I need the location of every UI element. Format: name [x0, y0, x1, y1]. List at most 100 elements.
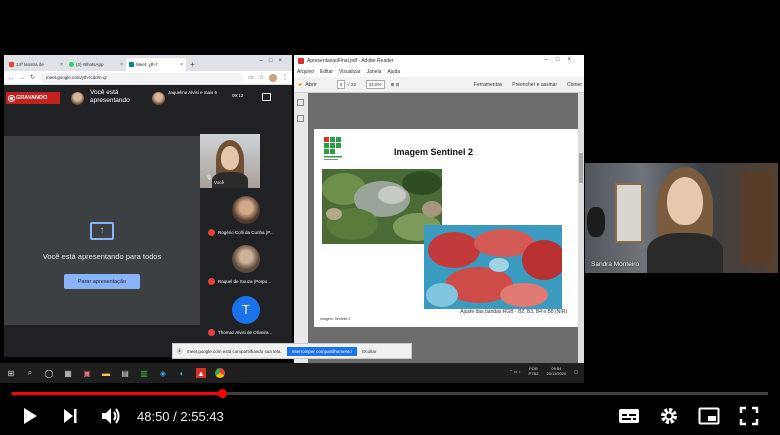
- cast-icon[interactable]: ▭: [248, 74, 254, 81]
- background-shelf: [741, 173, 771, 263]
- progress-scrubber[interactable]: [218, 389, 228, 398]
- share-indicator-icon: ⦿: [177, 348, 183, 355]
- browser-tab-gmail[interactable]: 14ª Mostra de ×: [6, 58, 66, 71]
- participant-avatar: T: [232, 296, 260, 324]
- chrome-tab-strip: 14ª Mostra de × (2) WhatsApp × Meet: yth-f…: [4, 55, 292, 71]
- participant-tile: T Thomaz Alvisi de Oliveira...: [204, 296, 292, 340]
- reader-toolbar: ▰ Abrir 6 / 23 31,8% ⊞ ⊟ Ferramentas Pre…: [294, 77, 584, 93]
- task-view-icon[interactable]: ◯: [44, 368, 54, 378]
- presenting-status: Você está apresentando: [90, 89, 130, 104]
- reader-title-bar: ApresentacaoFinal.pdf - Adobe Reader –□×: [294, 55, 584, 67]
- meet-clock: 09:12: [232, 93, 244, 98]
- reader-menu-bar: Arquivo Editar Visualizar Janela Ajuda: [294, 67, 584, 77]
- browser-tab-meet[interactable]: Meet: yth-f ×: [126, 58, 186, 71]
- page-number-field[interactable]: 6: [336, 80, 346, 89]
- tab-label: 14ª Mostra de: [16, 62, 44, 67]
- participant-tile: Rogério Colli da Cunha (P...: [204, 196, 292, 240]
- close-tab-icon[interactable]: ×: [120, 62, 123, 68]
- attachments-icon[interactable]: [297, 115, 304, 122]
- background-mirror: [587, 207, 605, 237]
- open-folder-icon[interactable]: ▰: [298, 82, 302, 88]
- star-icon[interactable]: ☆: [259, 74, 264, 81]
- participant-name: Raquel de Souza (Porpo...: [218, 279, 272, 284]
- stop-sharing-button[interactable]: Interromper compartilhamento: [286, 346, 357, 356]
- share-notice-text: meet.google.com está compartilhando sua …: [187, 348, 282, 354]
- chat-icon[interactable]: [262, 93, 271, 101]
- presenting-to-all-label: Você está apresentando para todos: [42, 252, 162, 261]
- menu-visualizar[interactable]: Visualizar: [339, 69, 361, 75]
- hide-notification-button[interactable]: Ocultar: [362, 349, 377, 354]
- tools-button[interactable]: Ferramentas: [474, 82, 502, 88]
- record-icon: [9, 95, 14, 101]
- windows-start-icon[interactable]: ⊞: [6, 368, 16, 378]
- back-icon[interactable]: ←: [8, 75, 14, 81]
- volume-icon[interactable]: [99, 404, 123, 428]
- window-controls[interactable]: –□×: [545, 57, 579, 63]
- menu-ajuda[interactable]: Ajuda: [387, 69, 400, 75]
- system-clock[interactable]: 09:54 20/11/2020: [546, 366, 566, 376]
- menu-janela[interactable]: Janela: [367, 69, 382, 75]
- tray-icons[interactable]: ⌃ ▭ ♪: [509, 369, 520, 374]
- tab-label: Meet: yth-f: [136, 62, 158, 67]
- app-icon[interactable]: ▥: [139, 368, 149, 378]
- stop-presenting-button[interactable]: Parar apresentação: [64, 274, 140, 289]
- progress-fill: [12, 392, 223, 395]
- zoom-field[interactable]: 31,8%: [365, 80, 385, 89]
- document-scrollbar[interactable]: [578, 93, 584, 363]
- app-icon[interactable]: ▦: [63, 368, 73, 378]
- settings-gear-icon[interactable]: [657, 404, 681, 428]
- search-icon[interactable]: ⌕: [25, 368, 35, 378]
- browser-tab-whatsapp[interactable]: (2) WhatsApp ×: [66, 58, 126, 71]
- time-display: 48:50 / 2:55:43: [137, 409, 224, 424]
- subtitles-icon[interactable]: [617, 404, 641, 428]
- slide-title: Imagem Sentinel 2: [394, 147, 474, 157]
- ifsc-logo: [324, 137, 342, 160]
- satellite-image-false-color: [424, 225, 562, 309]
- video-progress-bar[interactable]: [12, 392, 768, 395]
- slide-page: Imagem Sentinel 2 Ajuste das bandas RGB …: [314, 129, 578, 327]
- miniplayer-icon[interactable]: [697, 404, 721, 428]
- joined-avatar: [152, 92, 165, 105]
- menu-icon[interactable]: ⋮: [282, 74, 288, 81]
- input-language[interactable]: POR PTB2: [528, 366, 538, 376]
- notifications-icon[interactable]: ▢: [574, 369, 578, 374]
- fit-page-icon[interactable]: ⊞ ⊟: [391, 82, 400, 88]
- open-button[interactable]: Abrir: [305, 82, 317, 88]
- thumbnails-icon[interactable]: [297, 99, 304, 106]
- window-controls[interactable]: –□×: [260, 58, 288, 64]
- participant-tile: Raquel de Souza (Porpo...: [204, 245, 292, 289]
- play-icon[interactable]: [18, 404, 42, 428]
- system-tray: ⌃ ▭ ♪ POR PTB2 09:54 20/11/2020 ▢: [509, 366, 578, 376]
- scroll-thumb[interactable]: [579, 153, 583, 183]
- edge-icon[interactable]: ◐: [177, 368, 187, 378]
- muted-mic-icon: [208, 229, 215, 236]
- app-icon[interactable]: ▬: [101, 368, 111, 378]
- profile-avatar[interactable]: [269, 73, 277, 82]
- forward-icon[interactable]: →: [19, 75, 25, 81]
- participant-avatar: [232, 196, 260, 224]
- reader-title: ApresentacaoFinal.pdf - Adobe Reader: [307, 58, 394, 64]
- current-time: 48:50: [137, 409, 170, 424]
- chrome-window: 14ª Mostra de × (2) WhatsApp × Meet: yth-f…: [4, 55, 292, 357]
- fill-sign-button[interactable]: Preencher e assinar: [512, 82, 557, 88]
- participant-name: Thomaz Alvisi de Oliveira...: [218, 330, 273, 335]
- comment-button[interactable]: Comentário: [567, 82, 582, 88]
- close-tab-icon[interactable]: ×: [60, 62, 63, 68]
- close-tab-icon[interactable]: ×: [180, 62, 183, 68]
- pdf-icon: [298, 58, 304, 64]
- next-video-icon[interactable]: [58, 404, 82, 428]
- app-icon[interactable]: ◈: [158, 368, 168, 378]
- menu-arquivo[interactable]: Arquivo: [297, 69, 314, 75]
- reload-icon[interactable]: ↻: [30, 74, 35, 81]
- app-icon[interactable]: ▣: [82, 368, 92, 378]
- acrobat-icon[interactable]: ▲: [196, 368, 206, 378]
- duration: 2:55:43: [180, 409, 224, 424]
- joined-notice: Jaqueline Alvisi e mais 6: [168, 90, 218, 95]
- slide-caption: Ajuste das bandas RGB - B2, B3, B4 e B8 …: [460, 309, 567, 315]
- new-tab-button[interactable]: +: [186, 58, 199, 71]
- url-field[interactable]: meet.google.com/yth-fcddm-qr: [40, 72, 243, 83]
- fullscreen-icon[interactable]: [737, 404, 761, 428]
- chrome-icon[interactable]: [215, 368, 225, 378]
- menu-editar[interactable]: Editar: [320, 69, 333, 75]
- app-icon[interactable]: ▤: [120, 368, 130, 378]
